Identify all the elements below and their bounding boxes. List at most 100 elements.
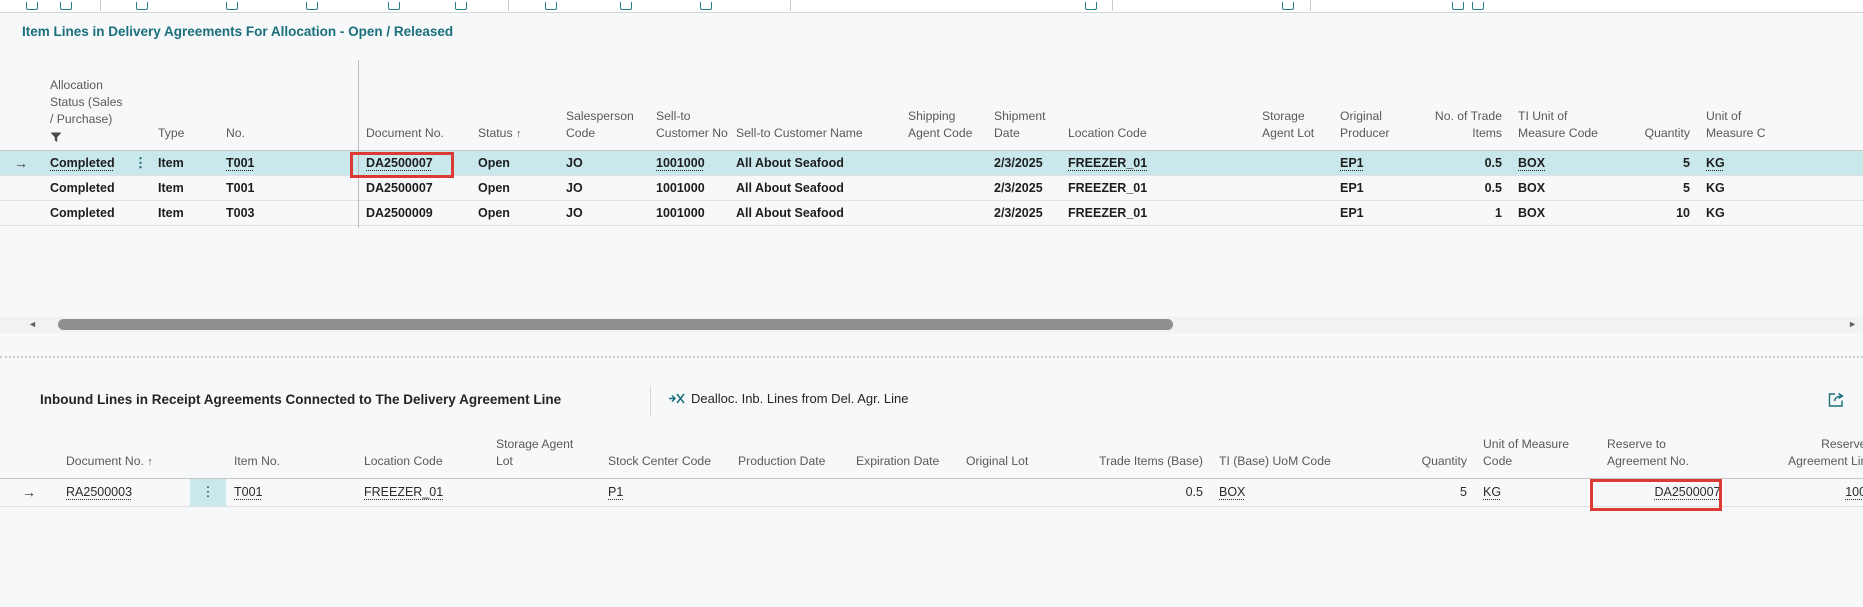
cell-ti-uom[interactable]: BOX — [1510, 200, 1618, 225]
cell-document-no[interactable]: DA2500007 — [358, 150, 470, 175]
cell-salesperson[interactable]: JO — [558, 150, 648, 175]
cell-trade-items[interactable]: 0.5 — [1424, 150, 1510, 175]
col-stock-center-code[interactable]: Stock Center Code — [600, 426, 730, 478]
col-quantity[interactable]: Quantity — [1618, 56, 1698, 150]
cell-storage-lot[interactable] — [1254, 200, 1332, 225]
col-location-code[interactable]: Location Code — [1060, 56, 1254, 150]
cell-expiration-date[interactable] — [848, 478, 958, 506]
toolbar-icon-fragment[interactable] — [1085, 2, 1097, 10]
table-row[interactable]: → Completed ⋮ Item T001 DA2500007 Open J… — [0, 150, 1863, 175]
cell-shipment-date[interactable]: 2/3/2025 — [986, 175, 1060, 200]
col-allocation-status[interactable]: Allocation Status (Sales / Purchase) — [42, 56, 126, 150]
cell-salesperson[interactable]: JO — [558, 200, 648, 225]
col-unit-of-measure[interactable]: Unit of Measure Code — [1698, 56, 1766, 150]
horizontal-scrollbar[interactable]: ◄ ► — [0, 317, 1863, 333]
share-icon[interactable] — [1825, 388, 1847, 410]
cell-type[interactable]: Item — [150, 150, 218, 175]
col-sellto-customer-name[interactable]: Sell-to Customer Name — [728, 56, 900, 150]
cell-customer-name[interactable]: All About Seafood — [728, 150, 900, 175]
toolbar-icon-fragment[interactable] — [136, 2, 148, 10]
scroll-right-icon[interactable]: ► — [1848, 319, 1857, 329]
col-sellto-customer-no[interactable]: Sell-to Customer No. — [648, 56, 728, 150]
cell-stock-center[interactable]: P1 — [600, 478, 730, 506]
col-location-code[interactable]: Location Code — [356, 426, 488, 478]
col-status[interactable]: Status ↑ — [470, 56, 558, 150]
col-unit-of-measure[interactable]: Unit of Measure Code — [1475, 426, 1595, 478]
cell-location[interactable]: FREEZER_01 — [1060, 175, 1254, 200]
cell-shipping-agent[interactable] — [900, 200, 986, 225]
scrollbar-thumb[interactable] — [58, 319, 1173, 330]
cell-storage-lot[interactable] — [1254, 150, 1332, 175]
col-trade-items-base[interactable]: Trade Items (Base) — [1090, 426, 1211, 478]
toolbar-icon-fragment[interactable] — [545, 2, 557, 10]
cell-shipping-agent[interactable] — [900, 150, 986, 175]
cell-allocation-status[interactable]: Completed — [42, 175, 126, 200]
col-expiration-date[interactable]: Expiration Date — [848, 426, 958, 478]
toolbar-icon-fragment[interactable] — [226, 2, 238, 10]
col-salesperson-code[interactable]: Salesperson Code — [558, 56, 648, 150]
row-menu-icon[interactable]: ⋮ — [190, 478, 226, 506]
col-original-lot[interactable]: Original Lot — [958, 426, 1090, 478]
cell-item-no[interactable]: T001 — [226, 478, 356, 506]
cell-trade-items-base[interactable]: 0.5 — [1090, 478, 1211, 506]
cell-shipment-date[interactable]: 2/3/2025 — [986, 150, 1060, 175]
toolbar-icon-fragment[interactable] — [388, 2, 400, 10]
cell-status[interactable]: Open — [470, 150, 558, 175]
toolbar-icon-fragment[interactable] — [455, 2, 467, 10]
cell-document-no[interactable]: DA2500009 — [358, 200, 470, 225]
cell-no[interactable]: T001 — [218, 150, 358, 175]
col-quantity[interactable]: Quantity — [1360, 426, 1475, 478]
cell-allocation-status[interactable]: Completed — [42, 200, 126, 225]
cell-ti-uom[interactable]: BOX — [1510, 175, 1618, 200]
toolbar-icon-fragment[interactable] — [1452, 2, 1464, 10]
cell-quantity[interactable]: 10 — [1618, 200, 1698, 225]
col-shipment-date[interactable]: Shipment Date — [986, 56, 1060, 150]
cell-status[interactable]: Open — [470, 200, 558, 225]
cell-trade-items[interactable]: 0.5 — [1424, 175, 1510, 200]
cell-production-date[interactable] — [730, 478, 848, 506]
cell-customer-no[interactable]: 1001000 — [648, 200, 728, 225]
cell-reserve-to-agreement-no[interactable]: DA2500007 — [1595, 478, 1780, 506]
cell-ti-base-uom[interactable]: BOX — [1211, 478, 1360, 506]
dealloc-inbound-lines-button[interactable]: Dealloc. Inb. Lines from Del. Agr. Line — [668, 391, 909, 406]
cell-storage-lot[interactable] — [1254, 175, 1332, 200]
col-type[interactable]: Type — [150, 56, 218, 150]
col-shipping-agent-code[interactable]: Shipping Agent Code — [900, 56, 986, 150]
cell-quantity[interactable]: 5 — [1618, 175, 1698, 200]
col-document-no[interactable]: Document No. — [358, 56, 470, 150]
cell-producer[interactable]: EP1 — [1332, 175, 1424, 200]
cell-uom[interactable]: KG — [1698, 150, 1766, 175]
cell-customer-name[interactable]: All About Seafood — [728, 200, 900, 225]
table-row[interactable]: → RA2500003 ⋮ T001 FREEZER_01 P1 0.5 BOX… — [0, 478, 1863, 506]
col-original-producer[interactable]: Original Producer — [1332, 56, 1424, 150]
cell-no[interactable]: T003 — [218, 200, 358, 225]
col-ti-base-uom[interactable]: TI (Base) UoM Code — [1211, 426, 1360, 478]
cell-location[interactable]: FREEZER_01 — [356, 478, 488, 506]
cell-shipping-agent[interactable] — [900, 175, 986, 200]
col-storage-agent-lot[interactable]: Storage Agent Lot — [488, 426, 600, 478]
cell-type[interactable]: Item — [150, 175, 218, 200]
toolbar-icon-fragment[interactable] — [1282, 2, 1294, 10]
cell-quantity[interactable]: 5 — [1360, 478, 1475, 506]
cell-storage-lot[interactable] — [488, 478, 600, 506]
cell-quantity[interactable]: 5 — [1618, 150, 1698, 175]
toolbar-icon-fragment[interactable] — [26, 2, 38, 10]
cell-customer-no[interactable]: 1001000 — [648, 175, 728, 200]
table-row[interactable]: Completed Item T003 DA2500009 Open JO 10… — [0, 200, 1863, 225]
table-row[interactable]: Completed Item T001 DA2500007 Open JO 10… — [0, 175, 1863, 200]
scroll-left-icon[interactable]: ◄ — [28, 319, 37, 329]
col-storage-agent-lot[interactable]: Storage Agent Lot — [1254, 56, 1332, 150]
col-item-no[interactable]: Item No. — [226, 426, 356, 478]
cell-shipment-date[interactable]: 2/3/2025 — [986, 200, 1060, 225]
toolbar-icon-fragment[interactable] — [306, 2, 318, 10]
toolbar-icon-fragment[interactable] — [700, 2, 712, 10]
cell-salesperson[interactable]: JO — [558, 175, 648, 200]
cell-location[interactable]: FREEZER_01 — [1060, 200, 1254, 225]
cell-original-lot[interactable] — [958, 478, 1090, 506]
cell-type[interactable]: Item — [150, 200, 218, 225]
toolbar-icon-fragment[interactable] — [620, 2, 632, 10]
cell-uom[interactable]: KG — [1698, 175, 1766, 200]
cell-document-no[interactable]: DA2500007 — [358, 175, 470, 200]
col-document-no[interactable]: Document No. ↑ — [58, 426, 190, 478]
toolbar-icon-fragment[interactable] — [1472, 2, 1484, 10]
